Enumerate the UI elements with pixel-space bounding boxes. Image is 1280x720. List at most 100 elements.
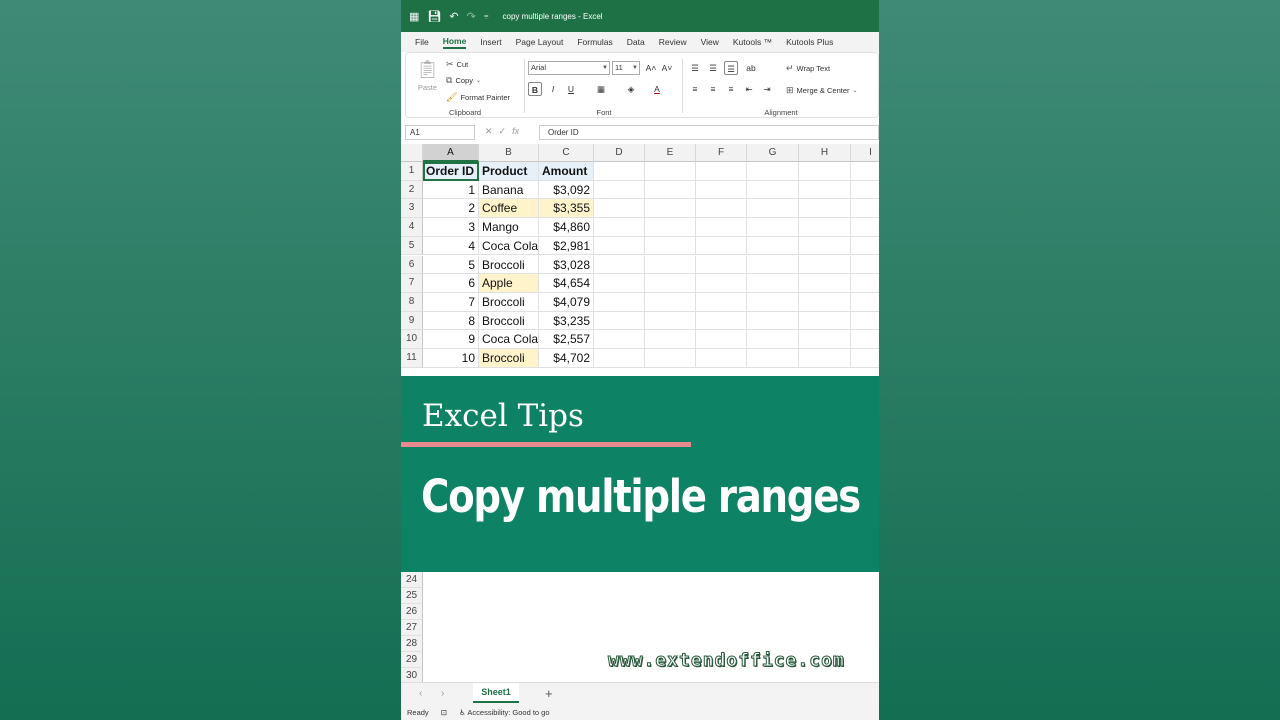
table-cell[interactable] bbox=[851, 274, 879, 293]
table-cell[interactable] bbox=[799, 330, 851, 349]
product-cell[interactable]: Broccoli bbox=[479, 311, 539, 331]
tab-page-layout[interactable]: Page Layout bbox=[516, 37, 564, 47]
table-cell[interactable] bbox=[747, 274, 799, 293]
header-cell[interactable]: Order ID bbox=[423, 162, 479, 181]
table-cell[interactable] bbox=[594, 292, 645, 312]
chevron-right-icon[interactable]: › bbox=[441, 688, 444, 699]
row-header[interactable]: 26 bbox=[401, 604, 423, 620]
bold-button[interactable]: B bbox=[528, 82, 542, 96]
tab-formulas[interactable]: Formulas bbox=[577, 37, 612, 47]
accessibility-status[interactable]: ♿︎ Accessibility: Good to go bbox=[459, 708, 550, 717]
table-cell[interactable] bbox=[851, 312, 879, 331]
tab-kutools[interactable]: Kutools ™ bbox=[733, 37, 772, 47]
table-cell[interactable] bbox=[594, 162, 645, 181]
amount-cell[interactable]: $3,235 bbox=[539, 311, 594, 331]
row-header[interactable]: 2 bbox=[401, 180, 423, 200]
row-header[interactable]: 25 bbox=[401, 588, 423, 604]
table-cell[interactable] bbox=[799, 180, 851, 200]
table-cell[interactable] bbox=[696, 292, 747, 312]
table-cell[interactable] bbox=[851, 256, 879, 275]
table-cell[interactable] bbox=[594, 330, 645, 349]
order-id-cell[interactable]: 6 bbox=[423, 274, 479, 293]
paste-button[interactable]: 📋︎ Paste bbox=[416, 59, 439, 92]
table-cell[interactable] bbox=[799, 292, 851, 312]
tab-file[interactable]: File bbox=[415, 37, 429, 47]
table-cell[interactable] bbox=[645, 292, 696, 312]
align-center-icon[interactable]: ≡ bbox=[706, 82, 720, 96]
merge-center-button[interactable]: ⊞ Merge & Center ⌄ bbox=[786, 85, 858, 96]
table-cell[interactable] bbox=[696, 311, 747, 331]
product-cell[interactable]: Coca Cola bbox=[479, 236, 539, 256]
add-sheet-button[interactable]: + bbox=[545, 686, 553, 701]
column-header-i[interactable]: I bbox=[851, 144, 879, 162]
table-cell[interactable] bbox=[594, 311, 645, 331]
align-bottom-icon[interactable]: ☰ bbox=[724, 61, 738, 75]
undo-icon[interactable]: ↶ bbox=[449, 10, 458, 23]
tab-data[interactable]: Data bbox=[627, 37, 645, 47]
header-cell[interactable]: Amount bbox=[539, 162, 594, 181]
amount-cell[interactable]: $3,355 bbox=[539, 199, 594, 219]
align-top-icon[interactable]: ☰ bbox=[688, 61, 702, 75]
product-cell[interactable]: Broccoli bbox=[479, 255, 539, 275]
orientation-icon[interactable]: ab bbox=[744, 61, 758, 75]
column-header-h[interactable]: H bbox=[799, 144, 851, 162]
tab-view[interactable]: View bbox=[701, 37, 719, 47]
table-cell[interactable] bbox=[594, 199, 645, 219]
table-cell[interactable] bbox=[799, 199, 851, 219]
product-cell[interactable]: Banana bbox=[479, 180, 539, 200]
table-cell[interactable] bbox=[851, 349, 879, 368]
increase-font-icon[interactable]: A˄ bbox=[644, 61, 658, 75]
table-cell[interactable] bbox=[747, 218, 799, 237]
table-cell[interactable] bbox=[747, 162, 799, 181]
redo-icon[interactable]: ↷ bbox=[467, 10, 476, 23]
table-cell[interactable] bbox=[799, 311, 851, 331]
table-cell[interactable] bbox=[645, 311, 696, 331]
table-cell[interactable] bbox=[696, 274, 747, 293]
font-name-select[interactable]: Arial ▼ bbox=[528, 61, 610, 75]
tab-insert[interactable]: Insert bbox=[480, 37, 501, 47]
select-all-corner[interactable] bbox=[401, 144, 423, 162]
table-cell[interactable] bbox=[594, 236, 645, 256]
table-cell[interactable] bbox=[799, 274, 851, 293]
table-cell[interactable] bbox=[747, 330, 799, 349]
table-cell[interactable] bbox=[645, 162, 696, 181]
save-icon[interactable]: 💾︎ bbox=[427, 10, 441, 23]
column-header-g[interactable]: G bbox=[747, 144, 799, 162]
table-cell[interactable] bbox=[747, 180, 799, 200]
column-header-e[interactable]: E bbox=[645, 144, 696, 162]
amount-cell[interactable]: $3,092 bbox=[539, 180, 594, 200]
column-header-b[interactable]: B bbox=[479, 144, 539, 162]
table-cell[interactable] bbox=[645, 236, 696, 256]
table-cell[interactable] bbox=[594, 274, 645, 293]
amount-cell[interactable]: $4,079 bbox=[539, 292, 594, 312]
column-header-f[interactable]: F bbox=[696, 144, 747, 162]
table-cell[interactable] bbox=[799, 236, 851, 256]
sheet-tab-sheet1[interactable]: Sheet1 bbox=[473, 683, 519, 703]
column-header-a[interactable]: A bbox=[423, 144, 479, 162]
table-cell[interactable] bbox=[799, 349, 851, 368]
product-cell[interactable]: Broccoli bbox=[479, 292, 539, 312]
table-cell[interactable] bbox=[594, 349, 645, 368]
borders-icon[interactable]: ▦ bbox=[594, 82, 608, 96]
amount-cell[interactable]: $2,981 bbox=[539, 236, 594, 256]
table-cell[interactable] bbox=[696, 330, 747, 349]
table-cell[interactable] bbox=[747, 199, 799, 219]
product-cell[interactable]: Apple bbox=[479, 274, 539, 293]
table-cell[interactable] bbox=[851, 330, 879, 349]
tab-kutools-plus[interactable]: Kutools Plus bbox=[786, 37, 833, 47]
align-right-icon[interactable]: ≡ bbox=[724, 82, 738, 96]
table-cell[interactable] bbox=[696, 218, 747, 237]
order-id-cell[interactable]: 5 bbox=[423, 255, 479, 275]
row-header[interactable]: 24 bbox=[401, 572, 423, 588]
row-header[interactable]: 8 bbox=[401, 292, 423, 312]
table-cell[interactable] bbox=[696, 162, 747, 181]
order-id-cell[interactable]: 4 bbox=[423, 236, 479, 256]
row-header[interactable]: 11 bbox=[401, 349, 423, 368]
align-middle-icon[interactable]: ☰ bbox=[706, 61, 720, 75]
column-header-c[interactable]: C bbox=[539, 144, 594, 162]
table-cell[interactable] bbox=[747, 255, 799, 275]
increase-indent-icon[interactable]: ⇥ bbox=[760, 82, 774, 96]
row-header[interactable]: 29 bbox=[401, 652, 423, 668]
table-cell[interactable] bbox=[696, 180, 747, 200]
table-cell[interactable] bbox=[594, 180, 645, 200]
